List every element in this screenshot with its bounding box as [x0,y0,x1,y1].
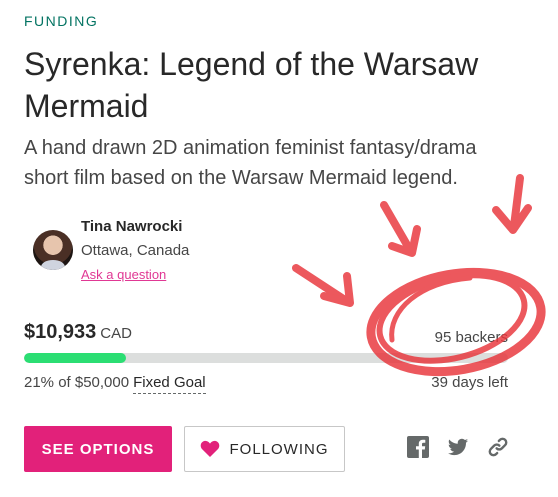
project-title: Syrenka: Legend of the Warsaw Mermaid [24,46,479,124]
following-button[interactable]: FOLLOWING [184,426,345,472]
annotation-circle [366,267,546,377]
funding-progress-bar [24,353,508,363]
following-label: FOLLOWING [229,440,329,458]
days-left: 39 days left [431,374,508,391]
creator-location: Ottawa, Canada [81,242,190,259]
pledged-currency: CAD [100,325,132,342]
ask-question-link[interactable]: Ask a question [81,267,166,282]
project-blurb: A hand drawn 2D animation feminist fanta… [24,137,477,189]
see-options-button[interactable]: SEE OPTIONS [24,426,172,472]
facebook-icon[interactable] [407,436,429,458]
fixed-goal-tooltip[interactable]: Fixed Goal [133,374,206,394]
pledged-amount: $10,933 CAD [24,321,132,344]
pledged-value: $10,933 [24,321,97,343]
annotation-arrow-1 [292,264,354,307]
twitter-icon[interactable] [447,436,469,458]
funding-progress-fill [24,353,126,363]
avatar[interactable] [33,230,73,270]
link-icon[interactable] [487,436,509,458]
annotation-arrow-2 [380,201,421,257]
heart-icon [201,440,220,457]
goal-stats: 21% of $50,000 Fixed Goal [24,374,206,394]
backers-count: 95 backers [434,329,508,346]
creator-name[interactable]: Tina Nawrocki [81,218,182,235]
goal-percent: 21% of $50,000 [24,374,130,391]
category-label: FUNDING [24,13,99,29]
